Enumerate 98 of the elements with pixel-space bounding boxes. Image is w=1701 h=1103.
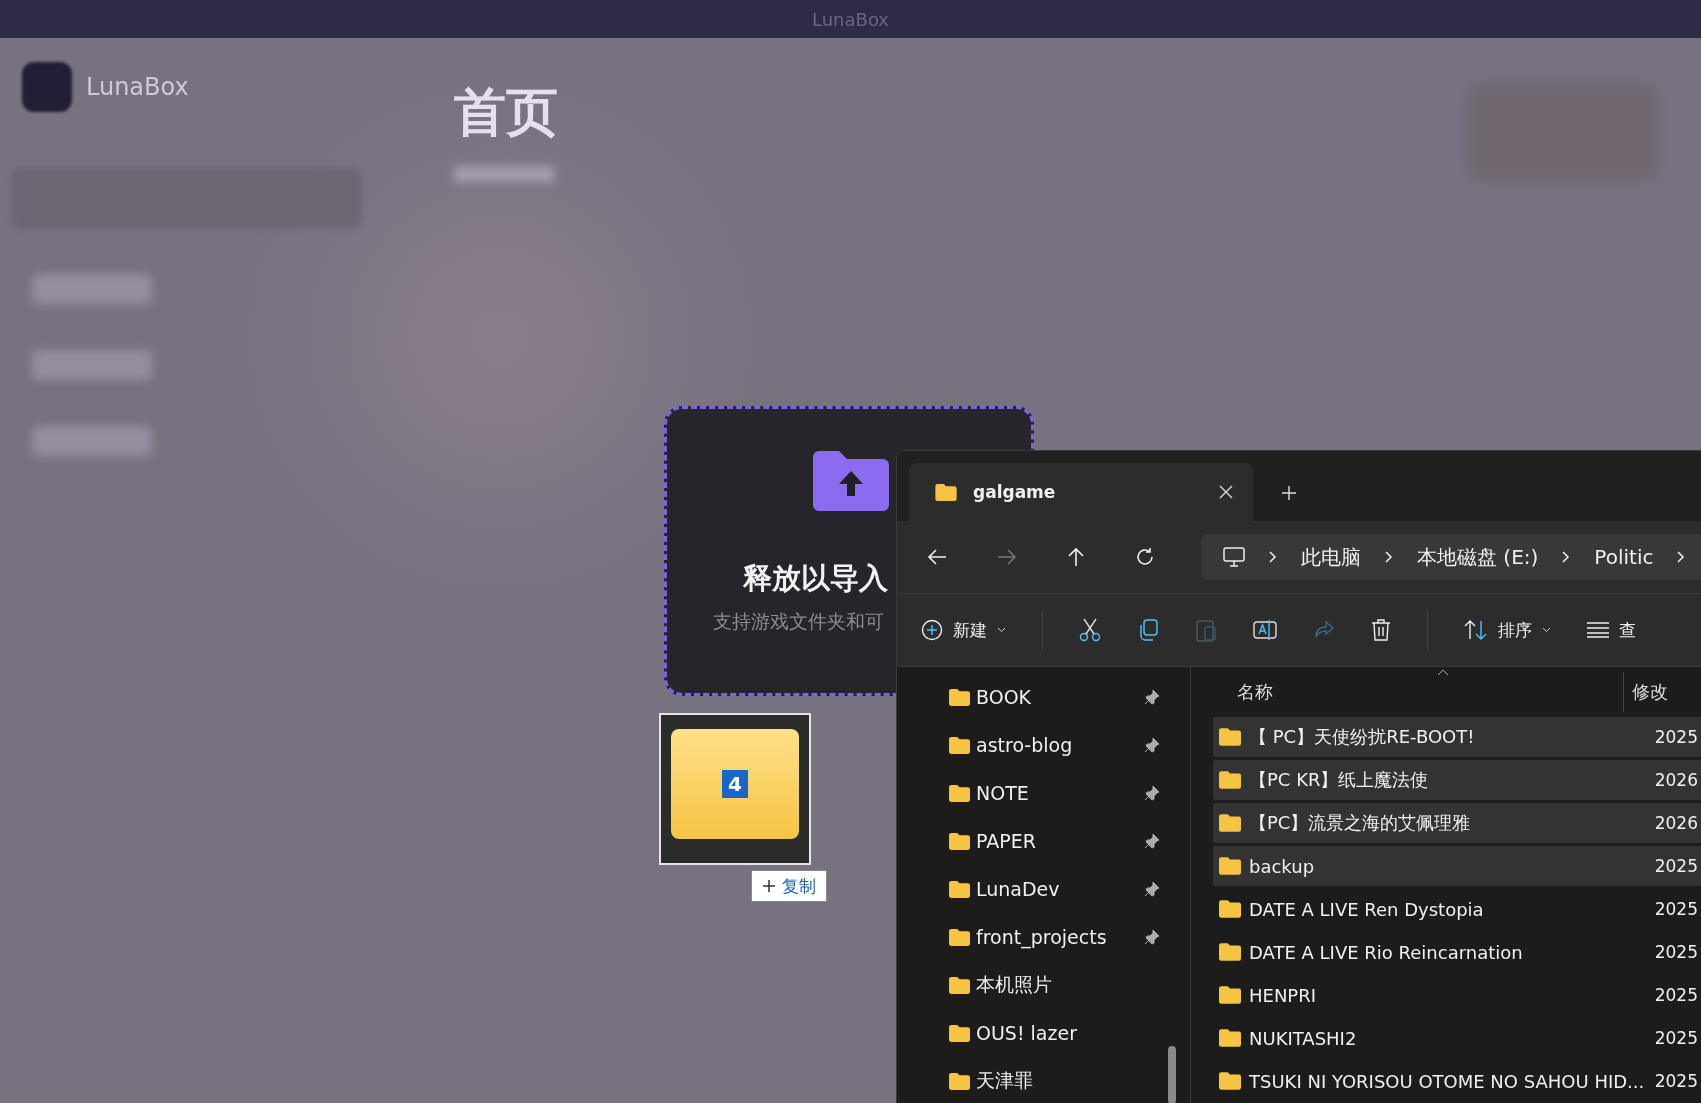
sort-arrows-icon <box>1464 620 1488 640</box>
column-header[interactable]: 修改 <box>1623 672 1668 712</box>
file-name: 【PC KR】纸上魔法使 <box>1249 768 1430 792</box>
tab-title: galgame <box>973 482 1057 502</box>
folder-upload-icon <box>813 451 889 511</box>
explorer-tab[interactable]: galgame <box>909 463 1253 521</box>
file-row[interactable]: backup 2025 <box>1213 846 1701 886</box>
drop-hint: 支持游戏文件夹和可 <box>713 609 884 634</box>
file-row[interactable]: 【PC KR】纸上魔法使 2026 <box>1213 760 1701 800</box>
file-row[interactable]: NUKITASHI2 2025 <box>1213 1018 1701 1058</box>
modified-date: 2025 <box>1654 942 1699 962</box>
copy-label: 复制 <box>782 874 816 898</box>
breadcrumb-item[interactable]: 此电脑 <box>1301 543 1361 571</box>
sort-button[interactable]: 排序 <box>1464 614 1551 646</box>
folder-icon <box>949 688 970 706</box>
file-name: 【 PC】天使纷扰RE-BOOT! <box>1249 725 1476 749</box>
address-bar[interactable]: 此电脑 本地磁盘 (E:) Politic <box>1201 534 1701 580</box>
new-button[interactable]: 新建 <box>921 614 1006 646</box>
folder-icon <box>1219 943 1241 961</box>
quick-access-item[interactable]: front_projects <box>897 913 1190 961</box>
forward-arrow-icon[interactable] <box>997 548 1017 566</box>
monitor-icon <box>1223 547 1245 567</box>
chevron-icon <box>1562 551 1571 563</box>
quick-access-item[interactable]: OUS! lazer <box>897 1009 1190 1057</box>
modified-date: 2025 <box>1654 856 1699 876</box>
chevron-icon <box>1385 551 1393 563</box>
refresh-icon[interactable] <box>1135 547 1155 567</box>
file-row[interactable]: TSUKI NI YORISOU OTOME NO SAHOU HID... 2025 <box>1213 1061 1701 1101</box>
chevron-icon <box>1677 551 1686 563</box>
quick-access-item[interactable]: astro-blog <box>897 721 1190 769</box>
folder-icon <box>949 832 970 850</box>
folder-icon <box>935 483 957 501</box>
file-name: TSUKI NI YORISOU OTOME NO SAHOU HID... <box>1249 1070 1646 1092</box>
sort-caret-icon <box>1437 669 1449 676</box>
quick-access-item[interactable]: PAPER <box>897 817 1190 865</box>
caret-icon <box>1542 627 1551 633</box>
folder-icon <box>1219 814 1241 832</box>
folder-icon <box>1219 857 1241 875</box>
breadcrumb-item[interactable]: Politic <box>1594 545 1654 569</box>
app-name: LunaBox <box>86 73 189 101</box>
folder-icon <box>949 928 970 946</box>
file-name: 【PC】流景之海的艾佩理雅 <box>1249 811 1472 835</box>
quick-access-item[interactable]: 本机照片 <box>897 961 1190 1009</box>
folder-icon <box>1219 900 1241 918</box>
scissors-icon[interactable] <box>1079 618 1101 642</box>
item-count-badge: 4 <box>722 770 748 798</box>
file-name: DATE A LIVE Ren Dystopia <box>1249 898 1485 920</box>
clipboard-icon[interactable] <box>1195 618 1217 642</box>
quick-access-item[interactable]: NOTE <box>897 769 1190 817</box>
view-button[interactable]: 查 <box>1587 614 1636 646</box>
folder-icon <box>1219 1072 1241 1090</box>
modified-date: 2026 <box>1654 770 1699 790</box>
file-row[interactable]: 【 PC】天使纷扰RE-BOOT! 2025 <box>1213 717 1701 757</box>
file-row[interactable]: HENPRI 2025 <box>1213 975 1701 1015</box>
up-arrow-icon[interactable] <box>1067 547 1085 567</box>
folder-icon <box>1219 986 1241 1004</box>
close-icon[interactable] <box>1219 485 1233 499</box>
file-name: DATE A LIVE Rio Reincarnation <box>1249 941 1524 963</box>
quick-access-item[interactable]: LunaDev <box>897 865 1190 913</box>
new-tab-icon[interactable] <box>1281 485 1297 501</box>
scrollbar-thumb[interactable] <box>1168 1046 1176 1103</box>
quick-access-item[interactable]: BOOK <box>897 673 1190 721</box>
folder-icon <box>1219 1029 1241 1047</box>
breadcrumb-item[interactable]: 本地磁盘 (E:) <box>1417 543 1539 571</box>
modified-date: 2025 <box>1654 1028 1699 1048</box>
file-row[interactable]: DATE A LIVE Ren Dystopia 2025 <box>1213 889 1701 929</box>
file-row[interactable]: DATE A LIVE Rio Reincarnation 2025 <box>1213 932 1701 972</box>
folder-icon <box>949 784 970 802</box>
folder-icon <box>949 880 970 898</box>
folder-icon <box>949 736 970 754</box>
back-arrow-icon[interactable] <box>927 548 947 566</box>
folder-icon <box>949 1072 970 1090</box>
folder-icon <box>949 1024 970 1042</box>
folder-icon <box>949 976 970 994</box>
modified-date: 2025 <box>1654 899 1699 919</box>
modified-date: 2025 <box>1654 1071 1699 1091</box>
file-row[interactable]: 【PC】流景之海的艾佩理雅 2026 <box>1213 803 1701 843</box>
drop-title: 释放以导入 <box>743 560 888 597</box>
quick-access-item[interactable]: 天津罪 <box>897 1057 1190 1103</box>
list-lines-icon <box>1587 622 1609 638</box>
plus-circle-icon <box>921 619 943 641</box>
file-name: backup <box>1249 855 1316 877</box>
page-title: 首页 <box>454 81 558 144</box>
file-name: NUKITASHI2 <box>1249 1027 1358 1049</box>
file-name: HENPRI <box>1249 984 1318 1006</box>
share-icon[interactable] <box>1313 620 1335 640</box>
modified-date: 2026 <box>1654 813 1699 833</box>
modified-date: 2025 <box>1654 727 1699 747</box>
chevron-icon <box>1269 551 1277 563</box>
modified-date: 2025 <box>1654 985 1699 1005</box>
window-title: LunaBox <box>812 8 889 30</box>
folder-icon <box>1219 771 1241 789</box>
caret-icon <box>997 627 1006 633</box>
copy-icon[interactable] <box>1137 619 1159 641</box>
rename-icon[interactable] <box>1253 619 1277 641</box>
plus-icon <box>762 879 776 893</box>
folder-icon <box>1219 728 1241 746</box>
trash-icon[interactable] <box>1371 619 1391 641</box>
